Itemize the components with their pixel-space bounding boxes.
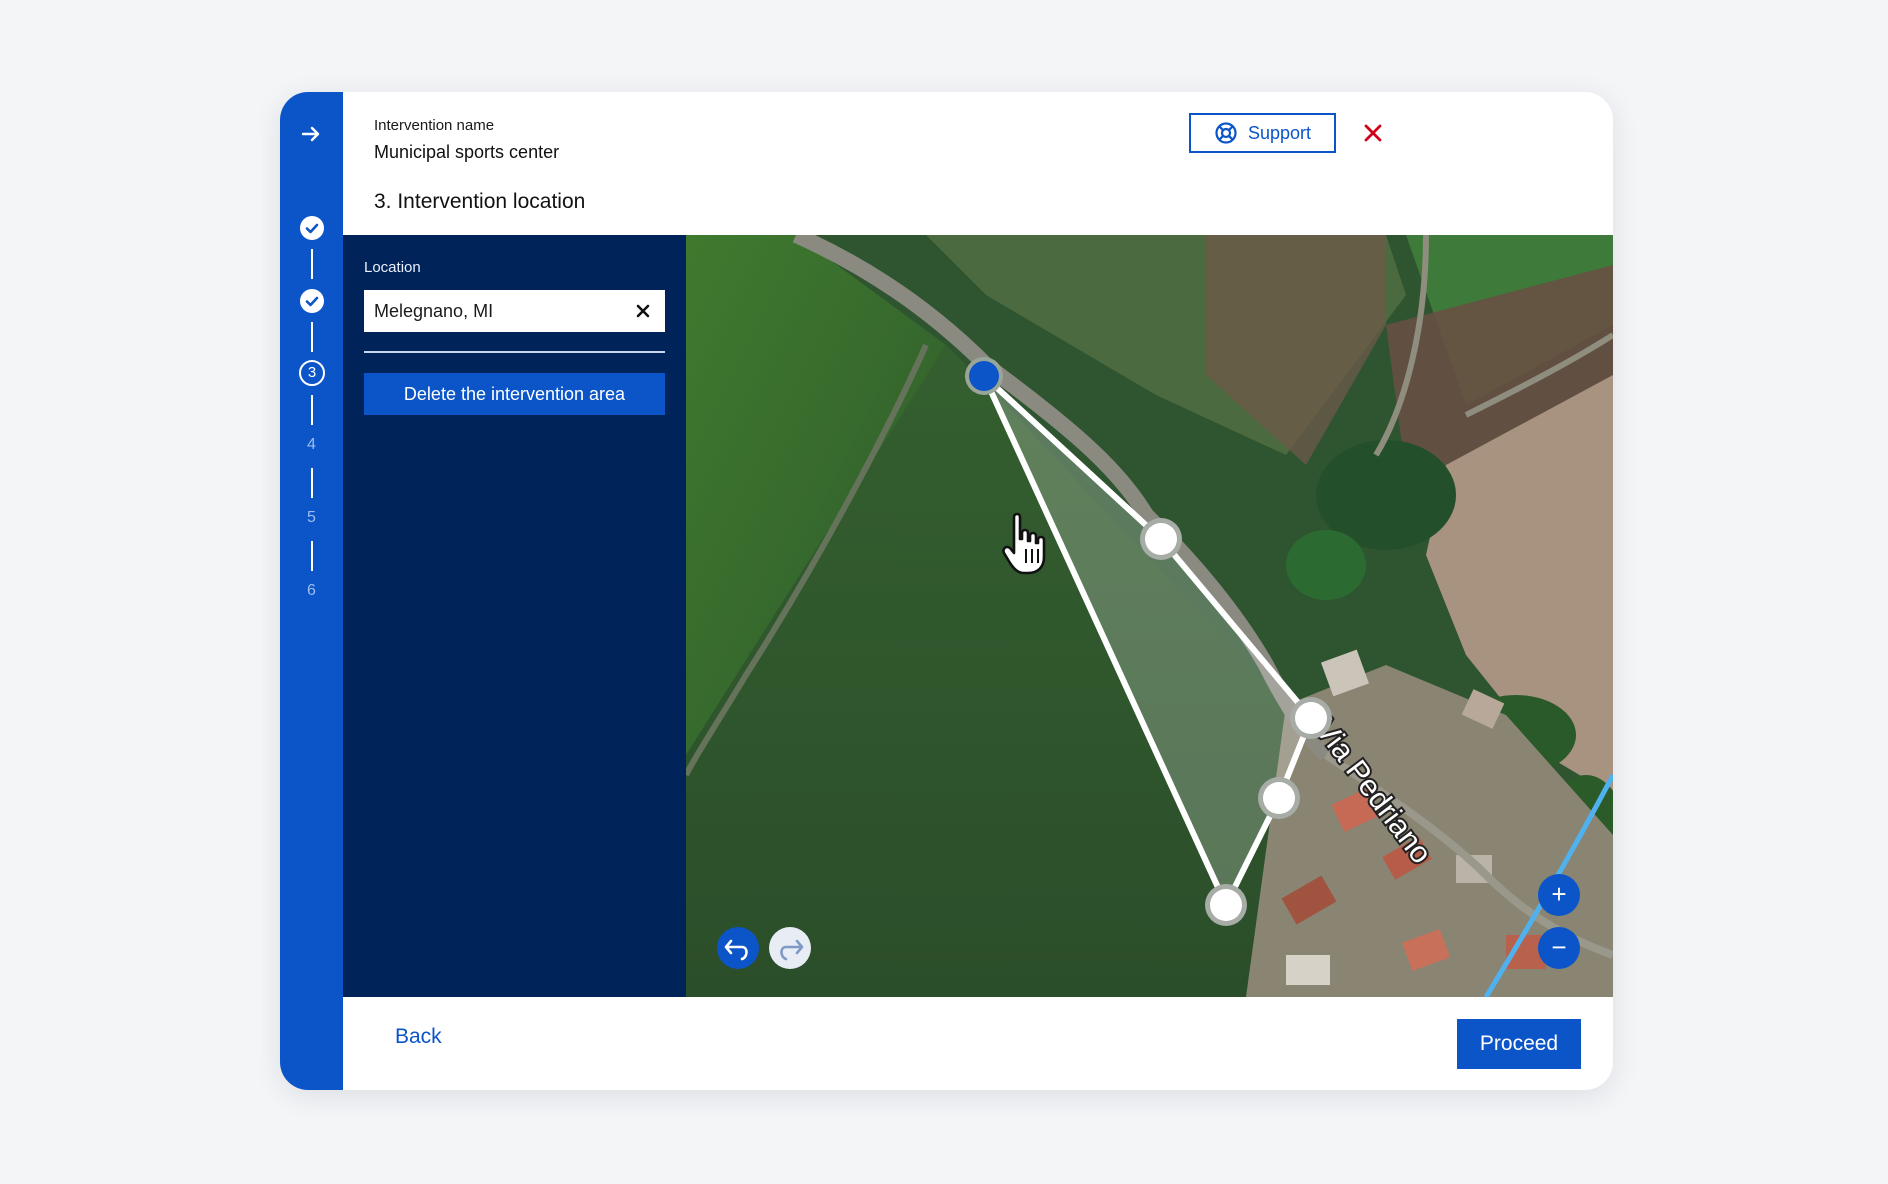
back-button[interactable]: Back (395, 1025, 442, 1049)
zoom-out-button[interactable]: − (1538, 927, 1580, 969)
stepper: 3 4 5 6 (280, 92, 343, 1090)
location-label: Location (364, 259, 421, 276)
step-2-complete[interactable] (300, 289, 324, 313)
check-icon (305, 223, 319, 234)
step-title: 3. Intervention location (374, 190, 586, 213)
step-1-complete[interactable] (300, 216, 324, 240)
support-button[interactable]: Support (1189, 113, 1336, 153)
delete-area-button[interactable]: Delete the intervention area (364, 373, 665, 415)
proceed-button[interactable]: Proceed (1457, 1019, 1581, 1069)
redo-button[interactable] (769, 927, 811, 969)
step-5: 5 (307, 509, 316, 526)
clear-icon[interactable] (635, 303, 651, 319)
intervention-name: Municipal sports center (374, 142, 560, 162)
wizard-dialog: 3 4 5 6 Intervention name Municipal spor… (280, 92, 1613, 1090)
vertex-handle[interactable] (1145, 523, 1177, 555)
step-4: 4 (307, 436, 316, 453)
close-icon[interactable] (1360, 120, 1386, 146)
zoom-in-icon: + (1551, 879, 1566, 909)
step-3-current[interactable]: 3 (299, 360, 325, 386)
vertex-handle[interactable] (1295, 702, 1327, 734)
arrow-right-icon[interactable] (300, 123, 322, 145)
support-label: Support (1247, 122, 1312, 143)
dialog-footer: Back Proceed (343, 997, 1613, 1090)
tree-cluster (1286, 530, 1366, 600)
step-6: 6 (307, 582, 316, 599)
step-connector (311, 249, 313, 279)
check-icon (305, 296, 319, 307)
step-connector (311, 395, 313, 425)
intervention-name-label: Intervention name (374, 117, 495, 134)
vertex-handle[interactable] (1263, 782, 1295, 814)
undo-button[interactable] (717, 927, 759, 969)
divider (364, 351, 665, 353)
location-input[interactable] (364, 299, 616, 323)
satellite-map[interactable]: Via Pedriano + − (686, 235, 1613, 997)
vertex-handle-active[interactable] (969, 361, 999, 391)
step-connector (311, 541, 313, 571)
map-canvas[interactable]: Via Pedriano + − (686, 235, 1613, 997)
zoom-out-icon: − (1551, 932, 1566, 962)
location-field (364, 290, 665, 332)
building (1286, 955, 1330, 985)
dialog-header: Intervention name Municipal sports cente… (343, 92, 1613, 235)
location-panel: Location Delete the intervention area (343, 235, 686, 997)
step-connector (311, 468, 313, 498)
lifebuoy-icon (1215, 122, 1237, 144)
zoom-in-button[interactable]: + (1538, 874, 1580, 916)
vertex-handle[interactable] (1210, 889, 1242, 921)
step-connector (311, 322, 313, 352)
